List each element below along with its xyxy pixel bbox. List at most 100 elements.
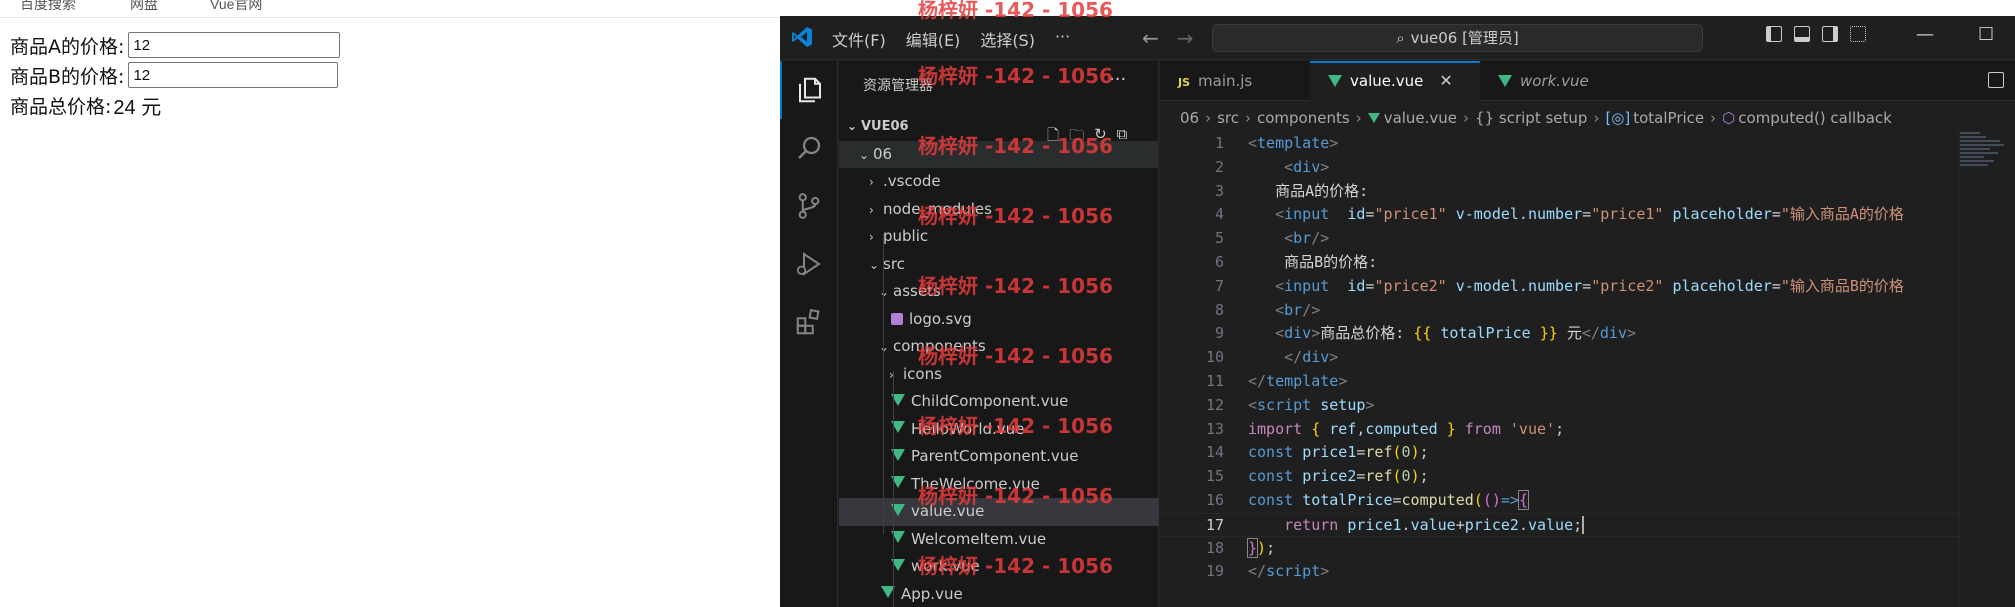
bookmark-item[interactable]: Vue官网 <box>210 0 262 14</box>
maximize-icon[interactable]: ☐ <box>1978 24 1994 45</box>
tab-work-vue[interactable]: work.vue <box>1480 61 1640 101</box>
menu-file[interactable]: 文件(F) <box>832 27 886 51</box>
tab-main-js[interactable]: JS main.js <box>1160 61 1310 101</box>
files-icon <box>799 77 821 103</box>
minimap[interactable] <box>1960 132 2010 192</box>
tree-file-work[interactable]: work.vue <box>839 553 1159 581</box>
tree-folder-node-modules[interactable]: › node_modules <box>839 196 1159 224</box>
search-icon <box>798 136 821 159</box>
code-line: 8 <br/> <box>1214 300 1321 319</box>
code-line: 15 const price2=ref(0); <box>1205 467 1429 486</box>
code-line: 14 const price1=ref(0); <box>1205 443 1429 462</box>
rendered-vue-page: 商品A的价格: 商品B的价格: 商品总价格: 24 元 <box>10 30 341 120</box>
tree-file-welcomeitem[interactable]: WelcomeItem.vue <box>839 526 1159 554</box>
run-debug-activity[interactable] <box>780 235 838 293</box>
breadcrumb-item[interactable]: [◎] totalPrice <box>1605 105 1704 131</box>
toggle-panel-icon[interactable] <box>1794 26 1810 42</box>
project-name: VUE06 <box>861 119 909 134</box>
chevron-right-icon: › <box>889 367 894 382</box>
breadcrumb-item[interactable]: src <box>1217 105 1239 131</box>
source-control-icon <box>798 193 820 219</box>
tree-project-root[interactable]: ⌄ VUE06 <box>839 113 1159 141</box>
price-a-row: 商品A的价格: <box>10 30 341 60</box>
toggle-secondary-sidebar-icon[interactable] <box>1822 26 1838 42</box>
tree-folder-assets[interactable]: ⌄ assets <box>839 278 1159 306</box>
close-icon[interactable]: ✕ <box>1439 71 1452 90</box>
tree-folder-vscode[interactable]: › .vscode <box>839 168 1159 196</box>
tree-file-logo-svg[interactable]: logo.svg <box>839 306 1159 334</box>
minimize-icon[interactable]: — <box>1916 24 1934 45</box>
explorer-more-icon[interactable]: ··· <box>1109 69 1126 90</box>
customize-layout-icon[interactable] <box>1850 26 1866 42</box>
source-control-activity[interactable] <box>780 177 838 235</box>
toggle-primary-sidebar-icon[interactable] <box>1766 26 1782 42</box>
tree-file-helloworld[interactable]: HelloWorld.vue <box>839 416 1159 444</box>
tree-item-label: WelcomeItem.vue <box>911 529 1047 548</box>
extensions-activity[interactable] <box>780 293 838 351</box>
total-value: 24 元 <box>113 96 162 119</box>
tree-file-parentcomponent[interactable]: ParentComponent.vue <box>839 443 1159 471</box>
variable-icon: [◎] <box>1605 109 1631 127</box>
command-center[interactable]: ⌕ vue06 [管理员] <box>1212 24 1703 52</box>
price-b-input[interactable] <box>128 62 339 88</box>
vscode-logo-icon <box>792 27 812 47</box>
window-controls: — ☐ <box>1916 24 1994 45</box>
command-center-label: vue06 [管理员] <box>1410 29 1519 47</box>
tree-folder-icons[interactable]: › icons <box>839 361 1159 389</box>
tree-folder-components[interactable]: ⌄ components <box>839 333 1159 361</box>
price-a-input[interactable] <box>128 32 341 58</box>
menu-selection[interactable]: 选择(S) <box>980 27 1035 51</box>
bookmark-item[interactable]: 网盘 <box>130 0 158 14</box>
breadcrumb-item[interactable]: components <box>1257 105 1350 131</box>
back-arrow-icon[interactable]: ← <box>1142 26 1159 50</box>
vue-file-icon <box>1328 74 1342 87</box>
tree-item-label: ChildComponent.vue <box>911 392 1069 410</box>
tree-file-value-selected[interactable]: value.vue <box>839 498 1159 526</box>
tree-file-thewelcome[interactable]: TheWelcome.vue <box>839 471 1159 499</box>
code-editor[interactable]: 1 <template> 2 <div> 3 商品A的价格: 4 <input i… <box>1160 132 1960 607</box>
method-icon: ⬡ <box>1722 109 1736 127</box>
tree-item-label: App.vue <box>901 584 963 603</box>
total-label: 商品总价格: <box>10 95 112 118</box>
breadcrumb-item[interactable]: value.vue <box>1367 105 1457 131</box>
chevron-down-icon: ⌄ <box>859 147 870 162</box>
chevron-down-icon: ⌄ <box>847 119 858 133</box>
code-line: 19 </script> <box>1205 562 1330 581</box>
bookmark-item[interactable]: 百度搜索 <box>20 0 76 14</box>
breadcrumb-item[interactable]: ⬡ computed() callback <box>1722 105 1892 131</box>
extensions-icon <box>796 308 820 335</box>
tree-file-app[interactable]: App.vue <box>839 581 1159 607</box>
tree-folder-06[interactable]: ⌄ 06 <box>839 140 1159 168</box>
forward-arrow-icon[interactable]: → <box>1177 26 1194 50</box>
code-line: 11 </template> <box>1205 372 1348 390</box>
tree-item-label: value.vue <box>911 502 985 520</box>
svg-file-icon <box>891 313 903 325</box>
tree-folder-src[interactable]: ⌄ src <box>839 251 1159 279</box>
search-activity[interactable] <box>780 119 838 177</box>
tree-item-label: ParentComponent.vue <box>911 447 1079 465</box>
tab-value-vue[interactable]: value.vue ✕ <box>1310 61 1480 101</box>
code-line: 10 </div> <box>1205 348 1339 367</box>
chevron-down-icon: ⌄ <box>879 340 890 354</box>
code-line-current: 17 return price1.value+price2.value; <box>1160 512 1960 537</box>
chevron-right-icon: › <box>869 175 874 189</box>
tree-item-label: .vscode <box>883 172 941 190</box>
js-file-icon: JS <box>1178 76 1191 89</box>
tree-indent-guide <box>893 371 894 607</box>
code-line: 13 import { ref,computed } from 'vue'; <box>1205 419 1565 438</box>
tree-folder-public[interactable]: › public <box>839 223 1159 251</box>
breadcrumb-item[interactable]: {} script setup <box>1475 105 1587 131</box>
menu-more[interactable]: ··· <box>1055 27 1070 51</box>
code-line: 6 商品B的价格: <box>1214 253 1378 271</box>
split-editor-icon[interactable] <box>1988 72 2004 88</box>
tree-file-childcomponent[interactable]: ChildComponent.vue <box>839 388 1159 416</box>
text-cursor <box>1582 516 1585 535</box>
breadcrumb-item[interactable]: 06 <box>1180 105 1199 131</box>
file-tree: ⌄ VUE06 ⌄ 06 › .vscode › node_modules › publi… <box>839 113 1159 607</box>
code-line: 3 商品A的价格: <box>1214 181 1369 200</box>
menu-edit[interactable]: 编辑(E) <box>906 27 961 51</box>
code-line: 16 const totalPrice=computed(()=>{ <box>1205 490 1529 510</box>
explorer-activity[interactable] <box>780 61 838 119</box>
browser-bookmarks-bar: 百度搜索 网盘 Vue官网 <box>0 0 780 18</box>
tree-item-label: assets <box>893 282 941 300</box>
